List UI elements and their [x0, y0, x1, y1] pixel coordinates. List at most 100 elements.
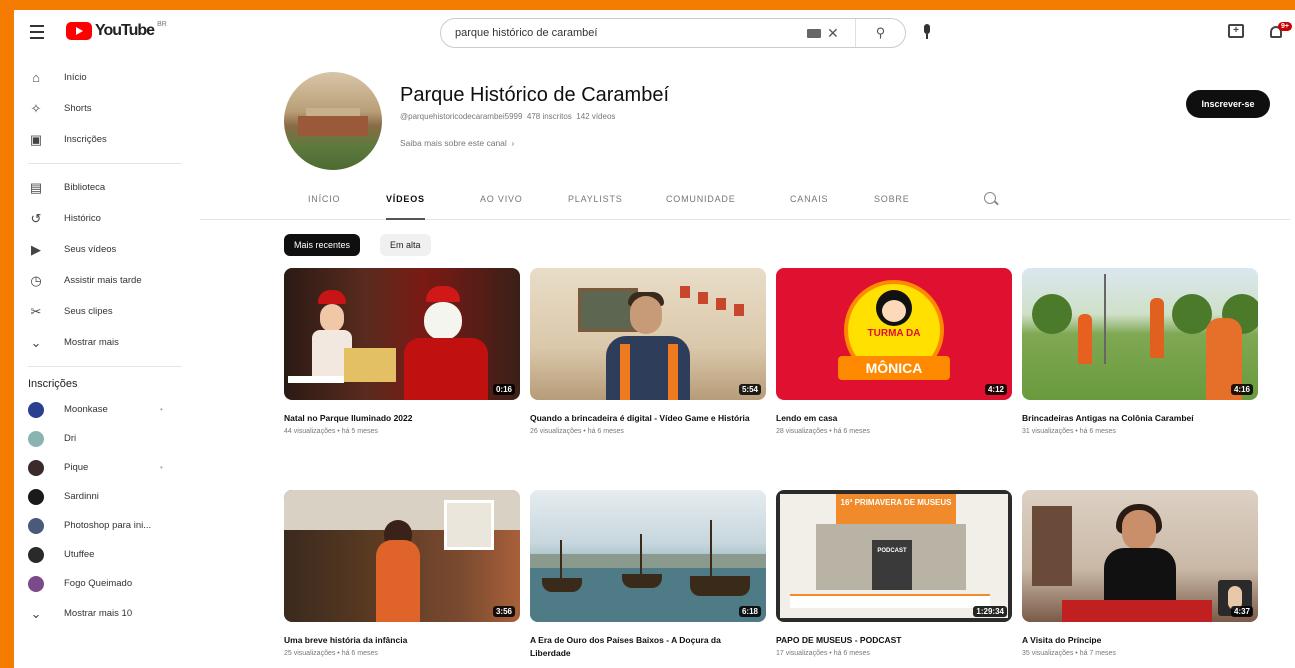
video-thumbnail[interactable]: 3:56	[284, 490, 520, 622]
tab-playlists[interactable]: PLAYLISTS	[568, 194, 623, 220]
tab-videos[interactable]: VÍDEOS	[386, 194, 425, 220]
video-card[interactable]: 6:18 A Era de Ouro dos Países Baixos - A…	[530, 490, 766, 663]
subscription-label: Utuffee	[64, 549, 95, 560]
tab-canais[interactable]: CANAIS	[790, 194, 828, 220]
sidebar-item-label: Mostrar mais	[64, 337, 119, 348]
sidebar-item-inscricoes[interactable]: ▣ Inscrições	[14, 124, 184, 155]
sidebar-item-biblioteca[interactable]: ▤ Biblioteca	[14, 172, 184, 203]
sidebar-item-inicio[interactable]: ⌂ Início	[14, 62, 184, 93]
sidebar-item-seus-clipes[interactable]: ✂ Seus clipes	[14, 296, 184, 327]
chevron-down-icon: ⌄	[30, 334, 42, 350]
new-content-dot-icon: •	[160, 463, 163, 472]
video-title[interactable]: A Visita do Príncipe	[1022, 634, 1248, 647]
subscription-item-moonkase[interactable]: Moonkase •	[14, 395, 184, 424]
sidebar-item-historico[interactable]: ↺ Histórico	[14, 203, 184, 234]
video-title[interactable]: Uma breve história da infância	[284, 634, 510, 647]
video-card[interactable]: 3:56 Uma breve história da infância 25 v…	[284, 490, 520, 657]
video-title[interactable]: Quando a brincadeira é digital - Vídeo G…	[530, 412, 756, 425]
channel-search-icon[interactable]	[984, 192, 996, 204]
search-button[interactable]: ⚲	[855, 19, 905, 47]
sidebar-item-shorts[interactable]: ✧ Shorts	[14, 93, 184, 124]
logo-region: BR	[157, 20, 167, 28]
search-input[interactable]	[455, 27, 795, 39]
channel-avatar[interactable]	[284, 72, 382, 170]
sidebar: ⌂ Início ✧ Shorts ▣ Inscrições ▤ Biblioteca ↺ Hi…	[14, 62, 184, 629]
video-duration: 4:37	[1230, 606, 1253, 617]
subscription-item-photoshop-para-ini[interactable]: Photoshop para ini...	[14, 511, 184, 540]
show-more-subscriptions[interactable]: ⌄ Mostrar mais 10	[14, 598, 184, 629]
video-title[interactable]: PAPO DE MUSEUS - PODCAST	[776, 634, 1002, 647]
channel-avatar	[28, 575, 44, 592]
sidebar-divider	[28, 163, 182, 164]
channel-handle: @parquehistoricodecarambei5999	[400, 112, 523, 121]
sidebar-item-seus-videos[interactable]: ▶ Seus vídeos	[14, 234, 184, 265]
sidebar-item-label: Assistir mais tarde	[64, 275, 142, 286]
youtube-play-icon	[66, 22, 92, 40]
clear-search-icon[interactable]: ✕	[827, 25, 839, 42]
video-thumbnail[interactable]: 0:16	[284, 268, 520, 400]
video-thumbnail[interactable]: TURMA DA MÔNICA 4:12	[776, 268, 1012, 400]
subscription-item-dri[interactable]: Dri	[14, 424, 184, 453]
video-card[interactable]: TURMA DA MÔNICA 4:12 Lendo em casa 28 vi…	[776, 268, 1012, 435]
subscription-item-sardinni[interactable]: Sardinni	[14, 482, 184, 511]
create-video-icon[interactable]: +	[1228, 24, 1244, 38]
about-channel-link[interactable]: Saiba mais sobre este canal ›	[400, 138, 514, 148]
tab-ao-vivo[interactable]: AO VIVO	[480, 194, 523, 220]
clips-icon: ✂	[30, 303, 42, 319]
video-card[interactable]: 16ª PRIMAVERA DE MUSEUS PODCAST 1:29:34 …	[776, 490, 1012, 657]
sidebar-item-mostrar-mais[interactable]: ⌄ Mostrar mais	[14, 327, 184, 358]
home-icon: ⌂	[32, 70, 40, 85]
your-videos-icon: ▶	[31, 241, 41, 257]
video-card[interactable]: 4:16 Brincadeiras Antigas na Colônia Car…	[1022, 268, 1258, 435]
tab-inicio[interactable]: INÍCIO	[308, 194, 340, 220]
video-title[interactable]: A Era de Ouro dos Países Baixos - A Doçu…	[530, 634, 756, 660]
thumbnail-text: MÔNICA	[865, 360, 923, 376]
video-thumbnail[interactable]: 4:37	[1022, 490, 1258, 622]
youtube-logo[interactable]: YouTube BR	[66, 20, 167, 40]
new-content-dot-icon: •	[160, 405, 163, 414]
video-meta: 26 visualizações • há 6 meses	[530, 428, 624, 435]
video-card[interactable]: 4:37 A Visita do Príncipe 35 visualizaçõ…	[1022, 490, 1258, 657]
notifications-bell-icon[interactable]: 9+	[1268, 22, 1292, 42]
video-card[interactable]: 0:16 Natal no Parque Iluminado 2022 44 v…	[284, 268, 520, 435]
video-meta: 31 visualizações • há 6 meses	[1022, 428, 1116, 435]
channel-avatar	[28, 517, 44, 534]
subscriber-count: 478 inscritos	[526, 112, 572, 121]
video-title[interactable]: Brincadeiras Antigas na Colônia Carambeí	[1022, 412, 1248, 425]
subscription-item-pique[interactable]: Pique •	[14, 453, 184, 482]
video-thumbnail[interactable]: 16ª PRIMAVERA DE MUSEUS PODCAST 1:29:34	[776, 490, 1012, 622]
subscription-label: Pique	[64, 462, 89, 473]
sidebar-divider	[28, 366, 182, 367]
tab-sobre[interactable]: SOBRE	[874, 194, 910, 220]
video-title[interactable]: Lendo em casa	[776, 412, 1002, 425]
video-title[interactable]: Natal no Parque Iluminado 2022	[284, 412, 510, 425]
microphone-icon[interactable]	[918, 22, 936, 44]
chip-popular[interactable]: Em alta	[380, 234, 431, 256]
tab-comunidade[interactable]: COMUNIDADE	[666, 194, 736, 220]
top-bar: YouTube BR ✕ ⚲ + 9+	[14, 10, 1295, 56]
channel-avatar	[28, 488, 44, 505]
subscribe-button[interactable]: Inscrever-se	[1186, 90, 1270, 118]
keyboard-icon[interactable]	[807, 28, 821, 38]
channel-name: Parque Histórico de Carambeí	[400, 84, 670, 106]
video-thumbnail[interactable]: 5:54	[530, 268, 766, 400]
subscription-label: Sardinni	[64, 491, 99, 502]
video-meta: 44 visualizações • há 5 meses	[284, 428, 378, 435]
chevron-down-icon: ⌄	[30, 605, 42, 621]
chevron-right-icon: ›	[509, 138, 515, 148]
video-card[interactable]: 5:54 Quando a brincadeira é digital - Ví…	[530, 268, 766, 435]
video-count: 142 vídeos	[576, 112, 616, 121]
hamburger-menu-icon[interactable]	[26, 21, 48, 43]
video-thumbnail[interactable]: 6:18	[530, 490, 766, 622]
logo-text: YouTube	[95, 22, 155, 39]
sidebar-item-label: Biblioteca	[64, 182, 106, 193]
subscriptions-section-title: Inscrições	[28, 378, 78, 390]
video-thumbnail[interactable]: 4:16	[1022, 268, 1258, 400]
chip-most-recent[interactable]: Mais recentes	[284, 234, 361, 256]
thumbnail-text: 16ª PRIMAVERA DE MUSEUS	[840, 498, 952, 507]
subscription-item-fogo-queimado[interactable]: Fogo Queimado	[14, 569, 184, 598]
sidebar-item-assistir-mais-tarde[interactable]: ◷ Assistir mais tarde	[14, 265, 184, 296]
video-duration: 1:29:34	[973, 606, 1007, 617]
subscription-item-utuffee[interactable]: Utuffee	[14, 540, 184, 569]
search-box: ✕ ⚲	[440, 18, 906, 48]
